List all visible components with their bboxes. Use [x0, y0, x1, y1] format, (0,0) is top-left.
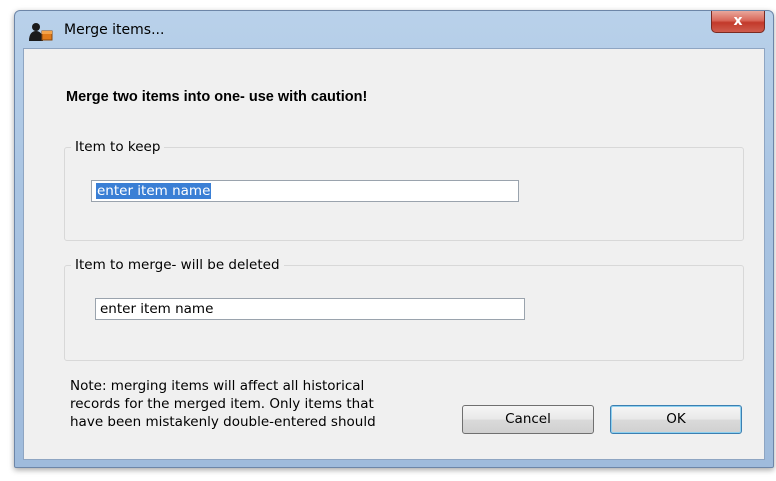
ok-button[interactable]: OK — [610, 405, 742, 434]
item-to-keep-label: Item to keep — [71, 139, 165, 155]
dialog-body: Merge two items into one- use with cauti… — [23, 48, 765, 460]
item-to-merge-label: Item to merge- will be deleted — [71, 257, 284, 273]
item-to-keep-input[interactable]: enter item name — [91, 180, 519, 202]
cancel-button[interactable]: Cancel — [462, 405, 594, 434]
note-line: Note: merging items will affect all hist… — [70, 378, 365, 394]
merge-note: Note: merging items will affect all hist… — [70, 377, 450, 431]
note-line: have been mistakenly double-entered shou… — [70, 414, 376, 430]
app-icon — [29, 23, 53, 41]
merge-items-window: Merge items... x Merge two items into on… — [14, 10, 774, 468]
window-title: Merge items... — [64, 22, 165, 38]
item-to-keep-value: enter item name — [96, 183, 212, 199]
item-to-keep-group: Item to keep enter item name — [64, 139, 744, 241]
item-to-merge-group: Item to merge- will be deleted enter ite… — [64, 257, 744, 361]
item-to-merge-input[interactable]: enter item name — [95, 298, 525, 320]
item-to-merge-value: enter item name — [100, 301, 214, 317]
dialog-heading: Merge two items into one- use with cauti… — [66, 89, 368, 105]
close-icon: x — [733, 13, 743, 29]
close-button[interactable]: x — [711, 11, 765, 33]
title-bar[interactable]: Merge items... x — [15, 11, 773, 49]
note-line: records for the merged item. Only items … — [70, 396, 374, 412]
